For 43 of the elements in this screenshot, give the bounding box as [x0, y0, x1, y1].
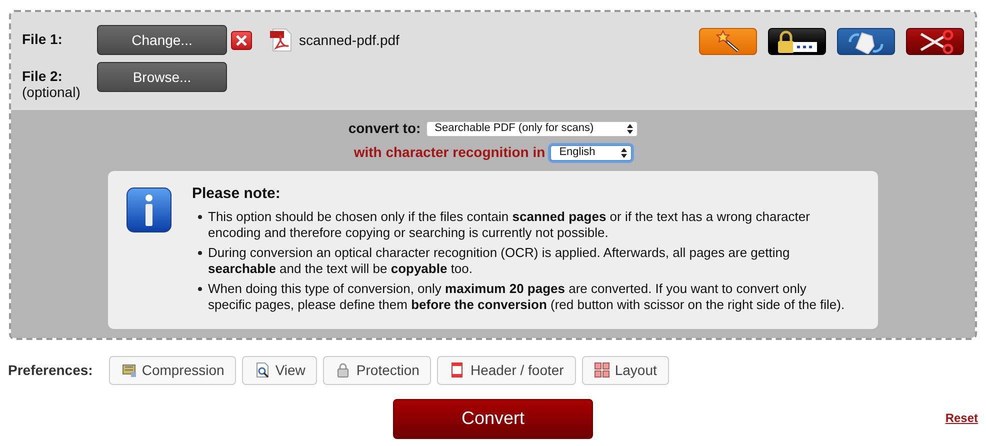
- grid-icon: [594, 362, 610, 378]
- padlock-icon: [335, 362, 352, 378]
- view-button[interactable]: View: [242, 356, 318, 384]
- magnifier-icon: [254, 362, 270, 378]
- protection-button[interactable]: Protection: [323, 356, 432, 384]
- preferences-label: Preferences:: [8, 360, 93, 380]
- header-button[interactable]: Header / footer: [437, 356, 576, 384]
- note-text: During conversion an optical character recognition (OCR) is applied. Afterwards, all pages are getting searchable and the text will be copyable too.: [208, 244, 791, 276]
- magic-wand-icon: [716, 30, 740, 53]
- rotate-page-icon: [846, 30, 886, 54]
- compression-button[interactable]: Compression: [108, 356, 236, 384]
- file-button[interactable]: Change...: [97, 25, 227, 55]
- close-icon: [236, 35, 247, 46]
- scissors-tool-button[interactable]: [906, 28, 964, 55]
- padlock-icon: [777, 30, 817, 54]
- convert-to-select[interactable]: Searchable PDF (only for scans): [426, 120, 638, 136]
- convert-button[interactable]: Convert: [393, 398, 593, 438]
- layout-button[interactable]: Layout: [582, 356, 669, 384]
- compress-icon: [120, 362, 137, 378]
- optional-label: (optional): [22, 84, 82, 100]
- rotate-tool-button[interactable]: [837, 28, 895, 55]
- ocr-language-label: with character recognition in: [354, 143, 546, 162]
- file-label: File 2:: [22, 68, 64, 84]
- note-title: Please note:: [192, 184, 282, 204]
- page-icon: [449, 362, 466, 378]
- chevron-icon: [626, 124, 633, 134]
- lock-tool-button[interactable]: [768, 28, 826, 55]
- wand-tool-button[interactable]: [699, 28, 757, 55]
- file-button[interactable]: Browse...: [97, 62, 227, 92]
- note-text: When doing this type of conversion, only maximum 20 pages are converted. If you want to convert only specific pages, please define them before the conversion (red button with scissor on the right side of the file).: [208, 280, 846, 312]
- file-label: File 1:: [22, 31, 64, 47]
- pdf-file-icon: [270, 28, 294, 52]
- file-name: scanned-pdf.pdf: [299, 30, 400, 50]
- ocr-language-select[interactable]: English: [550, 144, 632, 160]
- info-icon: [126, 187, 172, 233]
- chevron-icon: [621, 148, 628, 158]
- convert-to-label: convert to:: [348, 119, 421, 138]
- bullet-icon: [198, 214, 202, 218]
- bullet-icon: [198, 286, 202, 290]
- reset-link[interactable]: Reset: [945, 408, 978, 426]
- bullet-icon: [198, 250, 202, 254]
- note-text: This option should be chosen only if the files contain scanned pages or if the text has a wrong character encoding and therefore copying or searching is currently not possible.: [208, 208, 811, 240]
- remove-button[interactable]: [231, 31, 252, 50]
